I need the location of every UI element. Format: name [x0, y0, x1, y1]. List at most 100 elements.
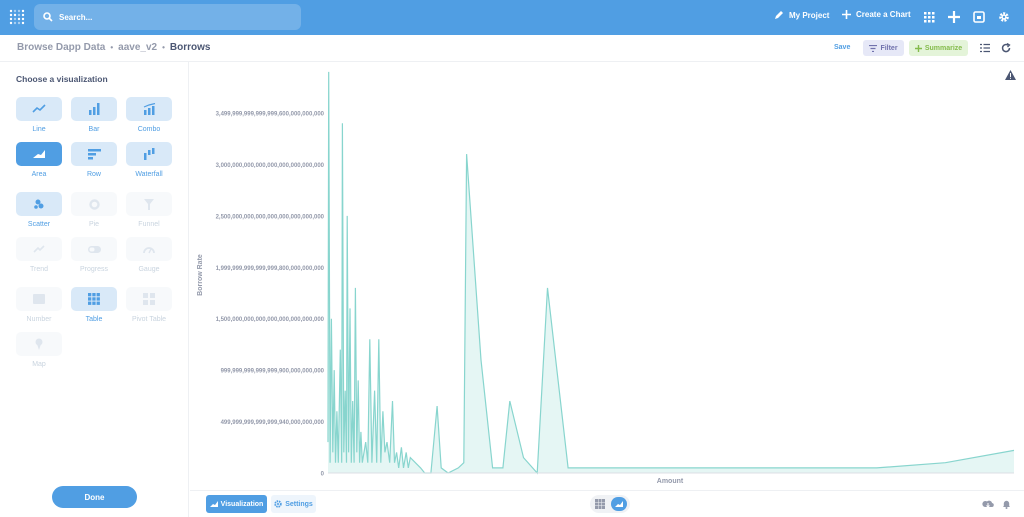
viz-label: Funnel [138, 221, 160, 228]
viz-label: Gauge [138, 266, 160, 273]
combo-chart-icon [143, 103, 155, 115]
bell-icon[interactable] [1002, 499, 1011, 509]
y-tick-label: 3,000,000,000,000,000,000,000,000,000 [216, 163, 325, 169]
viz-option-trend: Trend [16, 237, 62, 273]
gear-icon [274, 500, 282, 508]
y-tick-label: 1,500,000,000,000,000,000,000,000,000 [216, 317, 325, 323]
filter-button[interactable]: Filter [863, 40, 904, 56]
viz-label: Line [32, 126, 46, 133]
summarize-label: Summarize [924, 44, 963, 52]
breadcrumb-separator: • [162, 43, 165, 52]
top-navigation-bar: Search... My Project Create a Chart [0, 0, 1024, 35]
search-bar[interactable]: Search... [34, 4, 301, 30]
breadcrumb-database[interactable]: Browse Dapp Data [17, 42, 105, 53]
create-chart-button[interactable]: Create a Chart [842, 10, 911, 19]
viz-label: Trend [29, 266, 49, 273]
visualization-label: Visualization [220, 500, 264, 508]
table-icon [88, 293, 100, 305]
viz-option-progress: Progress [71, 237, 117, 273]
create-chart-label: Create a Chart [856, 10, 911, 19]
bar-chart-icon [89, 103, 100, 115]
trend-icon [33, 245, 45, 253]
viz-label: Waterfall [135, 171, 163, 178]
viz-option-line[interactable]: Line [16, 97, 62, 133]
area-chart: 3,499,999,999,999,999,600,000,000,000 3,0… [197, 71, 1015, 485]
viz-option-combo[interactable]: Combo [126, 97, 172, 133]
viz-option-bar[interactable]: Bar [71, 97, 117, 133]
viz-option-area[interactable]: Area [16, 142, 62, 178]
scatter-chart-icon [34, 199, 44, 209]
viz-option-pivot-table: Pivot Table [126, 287, 172, 323]
viz-option-table[interactable]: Table [71, 287, 117, 323]
bottom-bar: Visualization Settings [190, 490, 1024, 517]
warning-icon[interactable] [1005, 70, 1016, 80]
viz-option-gauge: Gauge [126, 237, 172, 273]
metabase-logo-icon[interactable] [9, 9, 25, 25]
list-view-icon[interactable] [980, 43, 990, 53]
viz-label: Number [26, 316, 52, 323]
table-view-icon[interactable] [595, 499, 605, 509]
viz-label: Row [86, 171, 101, 178]
waterfall-chart-icon [143, 148, 154, 160]
viz-option-number: Number [16, 287, 62, 323]
settings-button[interactable]: Settings [271, 495, 316, 513]
gear-icon[interactable] [998, 11, 1010, 23]
filter-icon [869, 44, 878, 52]
area-chart-icon [33, 150, 45, 158]
apps-grid-icon[interactable] [923, 11, 935, 23]
viz-option-funnel: Funnel [126, 192, 172, 228]
viz-option-waterfall[interactable]: Waterfall [126, 142, 172, 178]
plus-icon [914, 44, 922, 52]
summarize-button[interactable]: Summarize [909, 40, 968, 56]
my-project-label: My Project [789, 10, 830, 20]
row-chart-icon [87, 148, 101, 159]
breadcrumb-separator: • [110, 43, 114, 52]
viz-label: Combo [137, 126, 161, 133]
add-icon[interactable] [948, 11, 960, 23]
sidebar-title: Choose a visualization [16, 74, 108, 84]
y-axis-ticks: 3,499,999,999,999,999,600,000,000,000 3,0… [216, 112, 325, 478]
plus-icon [842, 10, 851, 19]
progress-icon [87, 245, 101, 253]
save-button[interactable]: Save [834, 44, 850, 51]
my-project-button[interactable]: My Project [774, 10, 829, 20]
viz-label: Scatter [27, 221, 51, 228]
y-tick-label: 0 [321, 472, 325, 478]
y-tick-label: 3,499,999,999,999,999,600,000,000,000 [216, 112, 325, 118]
pencil-icon [775, 11, 783, 19]
dashboard-icon[interactable] [973, 11, 985, 23]
viz-label: Bar [88, 126, 100, 133]
breadcrumb: Browse Dapp Data • aave_v2 • Borrows [17, 42, 210, 53]
viz-label: Map [32, 361, 46, 368]
search-icon [43, 12, 53, 22]
area-series-fill [328, 71, 1014, 474]
done-button[interactable]: Done [52, 486, 137, 508]
viz-label: Pivot Table [131, 316, 167, 323]
visualization-button[interactable]: Visualization [206, 495, 267, 513]
pivot-table-icon [143, 293, 155, 305]
gauge-icon [143, 246, 155, 253]
viz-label: Pie [88, 221, 100, 228]
viz-option-pie: Pie [71, 192, 117, 228]
y-tick-label: 499,999,999,999,999,940,000,000,000 [221, 420, 325, 426]
y-axis-label: Borrow Rate [197, 254, 204, 296]
number-icon [33, 294, 45, 304]
chart-view-toggle[interactable] [611, 497, 627, 511]
refresh-icon[interactable] [1001, 43, 1011, 53]
download-icon[interactable] [982, 499, 994, 509]
viz-option-scatter[interactable]: Scatter [16, 192, 62, 228]
y-tick-label: 1,999,999,999,999,999,800,000,000,000 [216, 266, 325, 272]
filter-label: Filter [880, 44, 898, 52]
chart-area: 3,499,999,999,999,999,600,000,000,000 3,0… [190, 62, 1024, 489]
y-tick-label: 999,999,999,999,999,900,000,000,000 [221, 369, 325, 375]
visualization-sidebar: Choose a visualization Line Bar Combo Ar… [0, 62, 189, 517]
viz-label: Area [31, 171, 47, 178]
area-chart-icon [209, 501, 218, 507]
breadcrumb-schema[interactable]: aave_v2 [118, 42, 157, 53]
view-toggle[interactable] [590, 495, 630, 513]
map-pin-icon [35, 338, 43, 350]
viz-label: Progress [79, 266, 108, 273]
area-chart-icon [615, 501, 623, 507]
search-placeholder: Search... [59, 12, 93, 22]
viz-option-row[interactable]: Row [71, 142, 117, 178]
